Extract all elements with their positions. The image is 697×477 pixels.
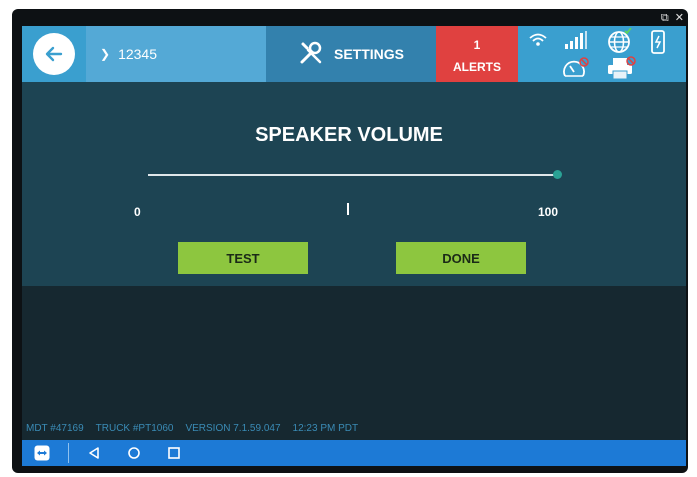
printer-icon — [606, 56, 636, 85]
volume-slider-track[interactable] — [148, 174, 558, 176]
slider-min-label: 0 — [134, 205, 141, 219]
android-nav-bar — [22, 440, 686, 466]
speedometer-icon — [562, 56, 590, 85]
recents-square-icon[interactable] — [167, 440, 181, 466]
mdt-number: MDT #47169 — [26, 423, 84, 434]
speaker-volume-panel: SPEAKER VOLUME 0 100 TEST DONE — [22, 82, 686, 286]
wifi-icon — [528, 32, 548, 53]
settings-label: SETTINGS — [333, 46, 404, 62]
settings-tab[interactable]: SETTINGS — [266, 26, 436, 82]
alerts-label: ALERTS — [453, 60, 501, 74]
route-selector[interactable]: ❯ 12345 — [86, 26, 266, 82]
app-screen: ❯ 12345 SETTINGS 1 ALERTS SPEAKER VOLUME… — [22, 26, 686, 466]
wrench-screwdriver-icon — [298, 40, 324, 69]
panel-title: SPEAKER VOLUME — [255, 124, 443, 146]
alerts-count: 1 — [473, 38, 481, 52]
window-controls: ⧉ ✕ — [661, 11, 684, 25]
slider-max-label: 100 — [538, 205, 559, 219]
current-time: 12:23 PM PDT — [292, 423, 359, 434]
test-button[interactable]: TEST — [178, 242, 308, 274]
chevron-right-icon: ❯ — [100, 47, 111, 61]
slider-mid-tick — [347, 203, 349, 215]
nav-divider — [68, 443, 69, 463]
route-number: 12345 — [118, 46, 157, 62]
done-button[interactable]: DONE — [396, 242, 526, 274]
back-arrow-icon — [33, 33, 75, 75]
popout-icon[interactable]: ⧉ — [661, 11, 669, 25]
truck-number: TRUCK #PT1060 — [95, 423, 174, 434]
content-area — [22, 286, 686, 440]
home-circle-icon[interactable] — [127, 440, 141, 466]
status-icons — [518, 26, 686, 82]
phone-battery-icon — [650, 30, 666, 59]
device-info-bar: MDT #47169 TRUCK #PT1060 VERSION 7.1.59.… — [26, 423, 358, 434]
close-icon[interactable]: ✕ — [675, 11, 684, 25]
volume-slider-thumb[interactable] — [553, 170, 562, 179]
globe-icon — [606, 27, 632, 59]
teamviewer-icon[interactable] — [34, 440, 50, 466]
back-triangle-icon[interactable] — [87, 440, 101, 466]
alerts-button[interactable]: 1 ALERTS — [436, 26, 518, 82]
top-bar: ❯ 12345 SETTINGS 1 ALERTS — [22, 26, 686, 82]
app-version: VERSION 7.1.59.047 — [185, 423, 281, 434]
back-button[interactable] — [22, 26, 86, 82]
signal-icon — [564, 30, 588, 55]
